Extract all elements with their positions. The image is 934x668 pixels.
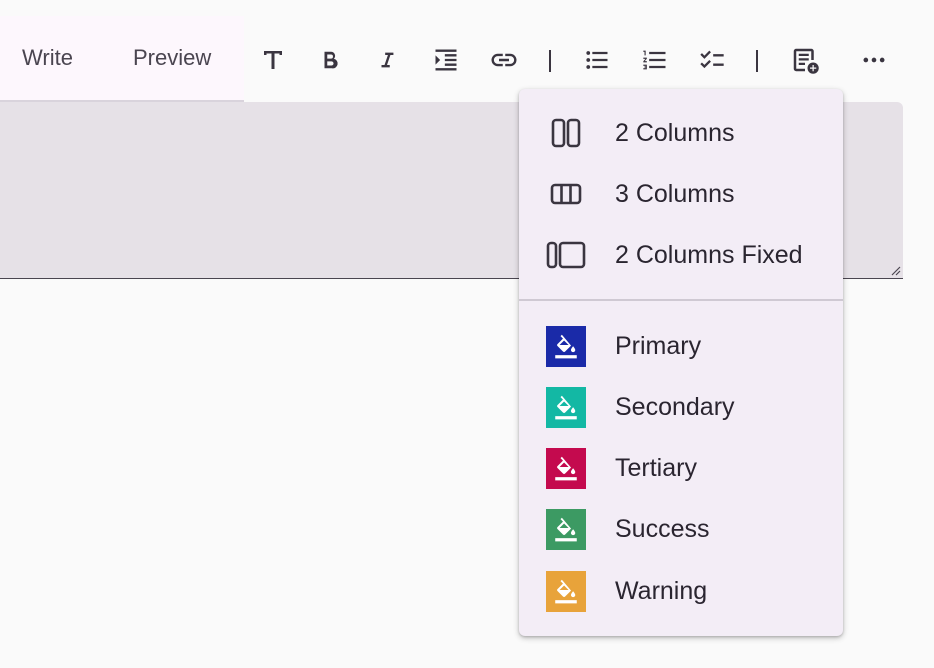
link-icon: [489, 45, 519, 75]
heading-icon: [261, 48, 285, 72]
insert-block-button[interactable]: [785, 40, 825, 80]
bold-button[interactable]: [310, 40, 350, 80]
three-columns-icon: [546, 174, 586, 214]
menu-item-3-columns[interactable]: 3 Columns: [519, 166, 843, 222]
numbered-list-button[interactable]: [635, 40, 675, 80]
menu-item-tertiary[interactable]: Tertiary: [519, 440, 843, 496]
menu-item-secondary[interactable]: Secondary: [519, 379, 843, 435]
markdown-editor-page: Write Preview 2 Columns 3 Columns 2 Colu…: [0, 0, 934, 668]
menu-item-warning[interactable]: Warning: [519, 563, 843, 619]
menu-item-label: 2 Columns: [615, 119, 735, 147]
two-columns-icon: [546, 113, 586, 153]
menu-item-label: Warning: [615, 577, 708, 605]
menu-divider: [519, 299, 843, 301]
numbered-list-icon: [641, 46, 669, 74]
note-add-icon: [790, 45, 820, 75]
tab-preview[interactable]: Preview: [133, 44, 211, 72]
menu-item-2-columns-fixed[interactable]: 2 Columns Fixed: [519, 227, 843, 283]
resize-handle-icon[interactable]: [889, 263, 901, 276]
more-button[interactable]: [854, 40, 894, 80]
menu-item-label: Success: [615, 515, 710, 543]
two-columns-fixed-icon: [546, 235, 586, 275]
more-horizontal-icon: [860, 46, 888, 74]
paint-bucket-icon: [546, 447, 586, 489]
menu-item-primary[interactable]: Primary: [519, 318, 843, 374]
checklist-icon: [698, 46, 726, 74]
menu-item-label: 2 Columns Fixed: [615, 241, 803, 269]
bold-icon: [319, 49, 341, 71]
menu-item-success[interactable]: Success: [519, 501, 843, 557]
task-list-button[interactable]: [692, 40, 732, 80]
toolbar-separator: [549, 50, 551, 72]
heading-button[interactable]: [253, 40, 293, 80]
menu-item-label: Tertiary: [615, 454, 697, 482]
paint-bucket-icon: [546, 325, 586, 367]
menu-item-label: 3 Columns: [615, 180, 735, 208]
paint-bucket-icon: [546, 570, 586, 612]
menu-item-label: Secondary: [615, 393, 735, 421]
insert-block-menu: 2 Columns 3 Columns 2 Columns Fixed Prim…: [519, 89, 843, 636]
italic-button[interactable]: [367, 40, 407, 80]
bulleted-list-icon: [583, 46, 611, 74]
tab-write[interactable]: Write: [22, 44, 73, 72]
menu-item-2-columns[interactable]: 2 Columns: [519, 105, 843, 161]
toolbar-separator: [756, 50, 758, 72]
bulleted-list-button[interactable]: [577, 40, 617, 80]
menu-item-label: Primary: [615, 332, 702, 360]
link-button[interactable]: [484, 40, 524, 80]
indent-icon: [432, 46, 460, 74]
indent-button[interactable]: [426, 40, 466, 80]
paint-bucket-icon: [546, 386, 586, 428]
italic-icon: [376, 49, 398, 71]
paint-bucket-icon: [546, 508, 586, 550]
editor-tabs: Write Preview: [0, 16, 244, 102]
